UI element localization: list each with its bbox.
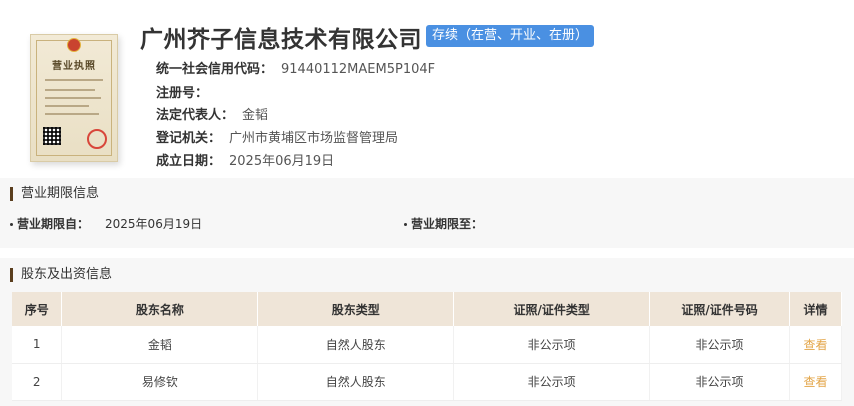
info-value: 2025年06月19日: [229, 154, 335, 169]
info-value: 广州市黄埔区市场监督管理局: [229, 131, 399, 146]
cell-shareholder-name: 金韬: [61, 326, 259, 364]
period-from: 营业期限自： 2025年06月19日: [10, 215, 202, 232]
cell-id-number: 非公示项: [649, 363, 790, 401]
shareholder-section: 股东及出资信息 序号 股东名称 股东类型 证照/证件类型 证照/证件号码 详情 …: [0, 258, 854, 406]
info-label: 统一社会信用代码：: [156, 62, 274, 77]
column-header: 序号: [12, 292, 63, 326]
cell-shareholder-name: 易修钦: [61, 363, 259, 401]
column-header: 详情: [789, 292, 842, 326]
business-license-image[interactable]: 营业执照: [30, 34, 118, 162]
license-text-line: [45, 89, 95, 91]
view-details-link[interactable]: 查看: [789, 326, 842, 364]
info-legal-representative: 法定代表人： 金韬: [156, 104, 268, 123]
qr-code-icon: [43, 127, 61, 145]
company-name: 广州芥子信息技术有限公司: [140, 27, 422, 53]
period-to-label: 营业期限至：: [411, 217, 484, 231]
company-header: 营业执照 广州芥子信息技术有限公司 存续（在营、开业、在册） 统一社会信用代码：…: [0, 0, 854, 178]
national-emblem-icon: [67, 38, 81, 52]
license-text-line: [45, 97, 101, 99]
official-seal-icon: [87, 129, 107, 149]
info-label: 注册号：: [156, 86, 209, 101]
bullet-icon: [10, 223, 13, 226]
column-header: 股东名称: [61, 292, 259, 326]
business-period-section: 营业期限信息 营业期限自： 2025年06月19日 营业期限至：: [0, 178, 854, 248]
cell-id-type: 非公示项: [453, 363, 651, 401]
info-credit-code: 统一社会信用代码： 91440112MAEM5P104F: [156, 58, 435, 77]
info-label: 法定代表人：: [156, 108, 235, 123]
info-established-date: 成立日期： 2025年06月19日: [156, 150, 334, 169]
info-label: 登记机关：: [156, 131, 222, 146]
period-to: 营业期限至：: [404, 215, 499, 232]
period-from-value: 2025年06月19日: [105, 217, 203, 231]
cell-id-number: 非公示项: [649, 326, 790, 364]
table-header-row: 序号 股东名称 股东类型 证照/证件类型 证照/证件号码 详情: [12, 292, 842, 326]
section-title: 股东及出资信息: [10, 268, 112, 282]
info-registration-authority: 登记机关： 广州市黄埔区市场监督管理局: [156, 127, 398, 146]
info-value: 91440112MAEM5P104F: [281, 62, 436, 77]
table-row: 2 易修钦 自然人股东 非公示项 非公示项 查看: [12, 363, 842, 401]
shareholder-table: 序号 股东名称 股东类型 证照/证件类型 证照/证件号码 详情 1 金韬 自然人…: [12, 292, 842, 401]
license-text-line: [45, 113, 99, 115]
view-details-link[interactable]: 查看: [789, 363, 842, 401]
info-value: 金韬: [242, 108, 269, 123]
column-header: 证照/证件类型: [453, 292, 651, 326]
license-text-line: [45, 79, 103, 81]
status-badge: 存续（在营、开业、在册）: [426, 25, 595, 47]
cell-index: 1: [12, 326, 63, 364]
cell-shareholder-type: 自然人股东: [257, 363, 455, 401]
license-text-line: [45, 105, 89, 107]
cell-shareholder-type: 自然人股东: [257, 326, 455, 364]
period-from-label: 营业期限自：: [17, 217, 90, 231]
table-row: 1 金韬 自然人股东 非公示项 非公示项 查看: [12, 326, 842, 364]
license-title: 营业执照: [52, 61, 96, 72]
info-label: 成立日期：: [156, 154, 222, 169]
bullet-icon: [404, 223, 407, 226]
column-header: 证照/证件号码: [649, 292, 790, 326]
cell-index: 2: [12, 363, 63, 401]
section-title: 营业期限信息: [10, 187, 99, 201]
cell-id-type: 非公示项: [453, 326, 651, 364]
column-header: 股东类型: [257, 292, 455, 326]
info-registration-number: 注册号：: [156, 82, 216, 101]
